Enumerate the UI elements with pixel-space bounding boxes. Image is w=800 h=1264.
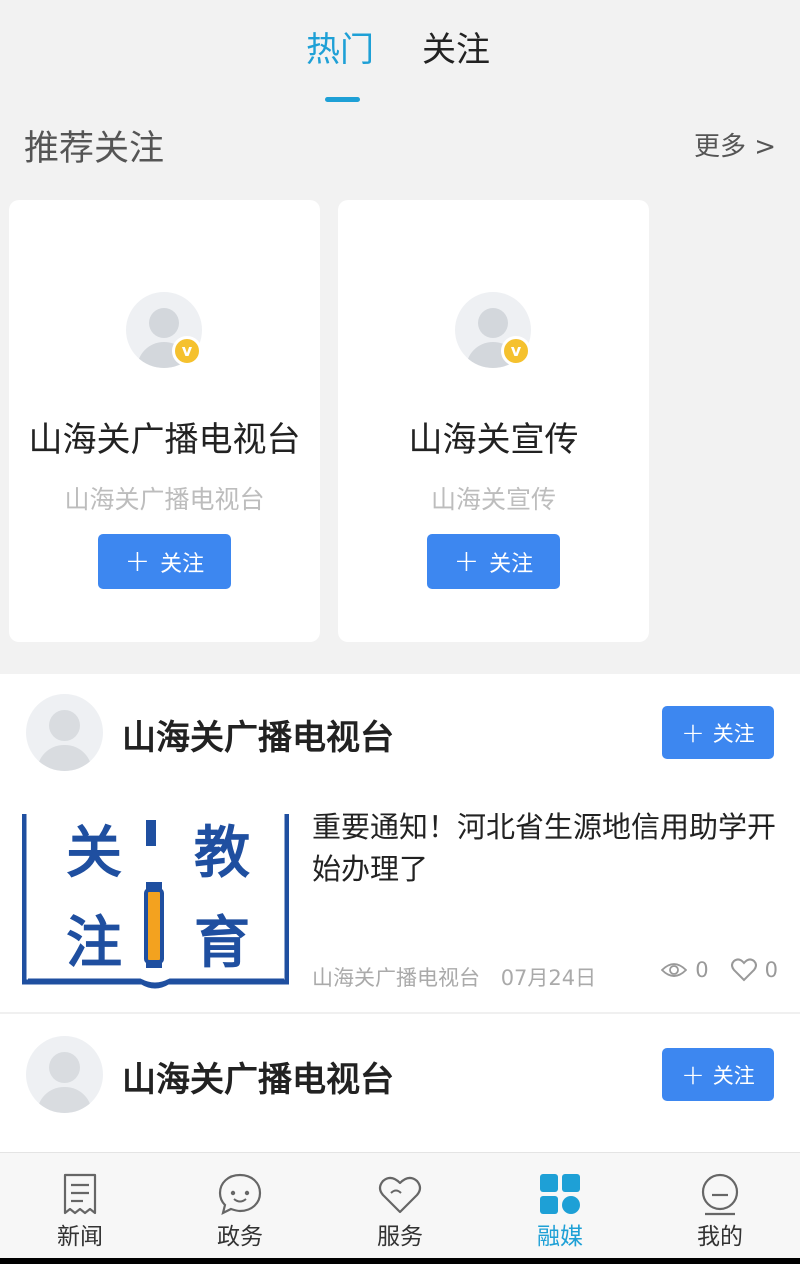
avatar[interactable] (26, 1036, 103, 1113)
verified-badge-icon: v (501, 336, 531, 366)
follow-button[interactable]: + 关注 (662, 1048, 774, 1101)
article-date: 07月24日 (500, 966, 597, 990)
author-name[interactable]: 山海关广播电视台 (122, 710, 394, 759)
feed-list: 山海关广播电视台 + 关注 关 注 教 育 重要通知！河北省生源地信用助学开始办… (0, 674, 800, 1152)
avatar[interactable] (26, 694, 103, 771)
eye-icon (661, 963, 688, 977)
account-name: 山海关宣传 (408, 420, 579, 460)
thumbnail-char: 育 (194, 911, 250, 976)
tab-hot[interactable]: 热门 (306, 28, 374, 72)
thumbnail-char: 关 (66, 821, 122, 886)
nav-label: 融媒 (537, 1224, 583, 1250)
heart-icon (378, 1176, 422, 1214)
heart-icon (730, 958, 757, 982)
top-tab-bar: 热门 关注 (0, 0, 800, 108)
nav-item-me[interactable]: 我的 (640, 1153, 800, 1261)
nav-item-government[interactable]: 政务 (160, 1153, 320, 1261)
plus-icon: + (453, 543, 480, 579)
plus-icon: + (681, 715, 705, 749)
article-meta: 山海关广播电视台 07月24日 (312, 962, 610, 992)
grid-icon (540, 1174, 580, 1214)
nav-item-service[interactable]: 服务 (320, 1153, 480, 1261)
nav-label: 新闻 (57, 1224, 103, 1250)
chat-bubble-icon (218, 1173, 262, 1216)
feed-item-header: 山海关广播电视台 + 关注 (0, 1034, 800, 1126)
verified-badge-icon: v (172, 336, 202, 366)
follow-button[interactable]: + 关注 (427, 534, 560, 589)
thumbnail-char: 教 (194, 821, 250, 886)
article-source: 山海关广播电视台 (312, 966, 480, 990)
article-thumbnail: 关 注 教 育 (22, 812, 289, 990)
recommend-header: 推荐关注 更多 > (0, 112, 800, 172)
tab-follow[interactable]: 关注 (422, 28, 490, 72)
nav-item-media[interactable]: 融媒 (480, 1153, 640, 1261)
follow-button-label: 关注 (712, 1063, 755, 1088)
plus-icon: + (124, 543, 151, 579)
article-item[interactable]: 关 注 教 育 重要通知！河北省生源地信用助学开始办理了 山海关广播电视台 07… (0, 802, 800, 992)
recommend-card[interactable]: v 山海关宣传 山海关宣传 + 关注 (338, 200, 649, 642)
like-count[interactable]: 0 (730, 958, 778, 982)
news-icon (63, 1173, 97, 1215)
article-title[interactable]: 重要通知！河北省生源地信用助学开始办理了 (312, 806, 782, 890)
bottom-nav: 新闻 政务 服务 融媒 我的 (0, 1152, 800, 1264)
view-count: 0 (661, 958, 709, 982)
follow-button-label: 关注 (160, 551, 205, 577)
account-subtitle: 山海关宣传 (430, 485, 556, 514)
follow-button[interactable]: + 关注 (662, 706, 774, 759)
like-count-value: 0 (764, 958, 778, 982)
nav-label: 服务 (377, 1224, 423, 1250)
feed-item-header: 山海关广播电视台 + 关注 (0, 692, 800, 784)
account-subtitle: 山海关广播电视台 (64, 485, 265, 514)
divider (0, 1012, 800, 1014)
nav-item-news[interactable]: 新闻 (0, 1153, 160, 1261)
thumbnail-char: 注 (66, 911, 122, 976)
view-count-value: 0 (695, 958, 709, 982)
active-tab-indicator (325, 97, 360, 102)
article-stats: 0 0 (639, 958, 778, 982)
follow-button[interactable]: + 关注 (98, 534, 231, 589)
nav-label: 我的 (697, 1224, 743, 1250)
nav-label: 政务 (217, 1224, 263, 1250)
section-title: 推荐关注 (24, 129, 165, 169)
author-name[interactable]: 山海关广播电视台 (122, 1052, 394, 1101)
system-bar (0, 1258, 800, 1264)
profile-face-icon (701, 1173, 739, 1216)
account-name: 山海关广播电视台 (28, 420, 301, 460)
plus-icon: + (681, 1057, 705, 1091)
follow-button-label: 关注 (489, 551, 534, 577)
follow-button-label: 关注 (712, 721, 755, 746)
recommend-card[interactable]: v 山海关广播电视台 山海关广播电视台 + 关注 (9, 200, 320, 642)
more-link[interactable]: 更多 > (694, 126, 776, 163)
